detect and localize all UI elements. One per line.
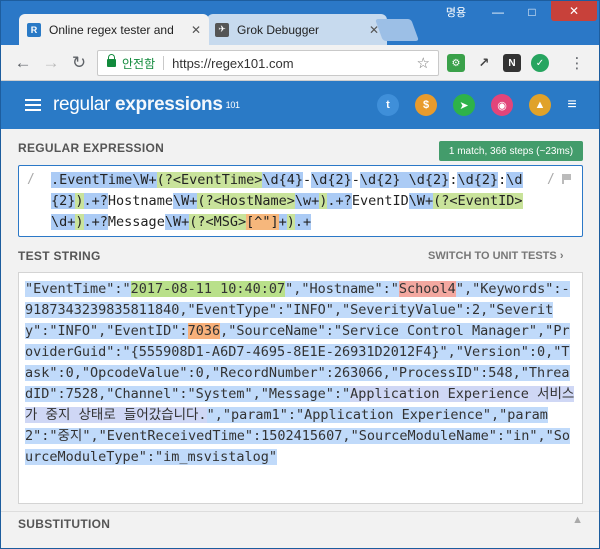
regex-close-delimiter: / (547, 172, 555, 187)
site-header: regular expressions 101 t $ ➤ ◉ ▲ ≡ (1, 81, 599, 129)
telegram-icon[interactable]: ➤ (453, 94, 475, 116)
chevron-up-icon[interactable]: ▲ (572, 514, 583, 526)
divider (1, 511, 599, 512)
regex-token: .+? (83, 214, 108, 230)
minimize-icon[interactable]: — (481, 3, 515, 21)
main-content: REGULAR EXPRESSION 1 match, 366 steps (~… (1, 129, 599, 548)
regex-token: Hostname (107, 193, 173, 209)
back-icon[interactable]: ← (13, 53, 33, 73)
test-token: 7036 (187, 323, 221, 339)
test-token: 2017-08-11 10:40:07 (130, 281, 286, 297)
test-token: School4 (398, 281, 456, 297)
test-string-section-label: TEST STRING (18, 249, 101, 263)
new-tab-button[interactable] (374, 19, 420, 41)
regex-token: \d+ (51, 214, 76, 230)
reload-icon[interactable]: ↻ (69, 53, 89, 73)
github-icon[interactable]: ◉ (491, 94, 513, 116)
menu-icon[interactable]: ≡ (561, 94, 583, 116)
tab-title: Grok Debugger (237, 22, 320, 37)
tab-grok-debugger[interactable]: ✈ Grok Debugger ✕ (207, 14, 387, 45)
user-profile-label[interactable]: 명용 (441, 3, 471, 21)
browser-window: 명용 — □ ✕ R Online regex tester and ✕ ✈ G… (0, 0, 600, 549)
regex-input[interactable]: / .EventTime\W+(?<EventTime>\d{4}-\d{2}-… (18, 165, 583, 237)
logo-expressions: expressions (110, 94, 223, 115)
tab-strip: 명용 — □ ✕ R Online regex tester and ✕ ✈ G… (1, 1, 599, 45)
regex-token: (?<HostName> (197, 193, 295, 209)
logo-regular: regular (53, 94, 111, 115)
bookmark-star-icon[interactable]: ☆ (417, 54, 430, 72)
regex-token: \d{2} (311, 172, 352, 188)
match-info-badge: 1 match, 366 steps (~23ms) (439, 141, 583, 161)
secure-label: 안전함 (122, 56, 156, 71)
url-text: https://regex101.com (172, 55, 294, 71)
notion-extension-icon[interactable]: N (503, 54, 521, 72)
tab-regex101[interactable]: R Online regex tester and ✕ (19, 14, 209, 45)
regex-open-delimiter: / (27, 172, 35, 187)
regex-token: (?<MSG> (189, 214, 247, 230)
regex-token: .+ (294, 214, 312, 230)
regex-token: \w+ (294, 193, 320, 209)
extension-icon[interactable]: ⚙ (447, 54, 465, 72)
regex-token: \d{2} (457, 172, 499, 188)
regex-text[interactable]: .EventTime\W+(?<EventTime>\d{4}-\d{2}-\d… (51, 170, 531, 233)
regex-token: \W+ (132, 172, 157, 188)
twitter-icon[interactable]: t (377, 94, 399, 116)
switch-label: SWITCH TO UNIT TESTS (428, 250, 557, 262)
regex-token: - (302, 172, 312, 188)
chevron-right-icon: › (559, 250, 564, 262)
regex-token: .EventTime (51, 172, 133, 188)
maximize-icon[interactable]: □ (515, 3, 549, 21)
site-logo[interactable]: regular expressions 101 (53, 94, 240, 116)
test-token: ","Hostname":" (285, 281, 399, 297)
bank-icon[interactable]: ▲ (529, 94, 551, 116)
regex-token: + (278, 214, 287, 230)
pointer-extension-icon[interactable]: ↗ (475, 54, 493, 72)
regex-token: - (351, 172, 360, 188)
regex-token: \d{4} (262, 172, 303, 188)
regex-token: \W+ (172, 193, 198, 209)
switch-to-unit-tests-link[interactable]: SWITCH TO UNIT TESTS › (428, 250, 563, 262)
address-bar[interactable]: 안전함 https://regex101.com ☆ (97, 50, 439, 76)
logo-version: 101 (225, 99, 240, 110)
lock-icon (107, 54, 116, 67)
grok-favicon-icon: ✈ (215, 22, 229, 37)
test-string-text[interactable]: "EventTime":"2017-08-11 10:40:07","Hostn… (25, 279, 577, 468)
more-menu-icon[interactable]: ⋮ (567, 54, 587, 72)
test-token: "EventTime":" (25, 281, 131, 297)
regex-token: \W+ (164, 214, 190, 230)
close-tab-icon[interactable]: ✕ (191, 23, 201, 37)
browser-toolbar: ← → ↻ 안전함 https://regex101.com ☆ ⚙ ↗ N ✓… (1, 45, 599, 81)
regex-token: EventID (351, 193, 409, 209)
regex-token: [^"] (246, 214, 279, 230)
test-string-input[interactable]: "EventTime":"2017-08-11 10:40:07","Hostn… (18, 272, 583, 504)
regex-token: \W+ (408, 193, 434, 209)
regex-token: .+? (327, 193, 352, 209)
substitution-section-label[interactable]: SUBSTITUTION (18, 517, 110, 531)
regex-token: : (498, 172, 507, 188)
check-extension-icon[interactable]: ✓ (531, 54, 549, 72)
regex101-favicon-icon: R (27, 22, 41, 37)
divider (163, 56, 165, 70)
regex-token: ) (286, 214, 295, 230)
regex-token: .+? (83, 193, 108, 209)
regex-token: ) (75, 193, 84, 209)
regex-token: ) (75, 214, 84, 230)
tab-title: Online regex tester and (49, 22, 174, 37)
regex-token: (?<EventTime> (156, 172, 263, 188)
regex-token: (?<EventID> (433, 193, 523, 209)
regex-token: Message (107, 214, 165, 230)
regex-token: \d{2} \d{2} (359, 172, 450, 188)
site-menu-icon[interactable] (25, 99, 41, 111)
flags-icon[interactable] (562, 174, 572, 184)
forward-icon[interactable]: → (41, 53, 61, 73)
close-window-icon[interactable]: ✕ (551, 1, 597, 21)
dollar-icon[interactable]: $ (415, 94, 437, 116)
regex-section-label: REGULAR EXPRESSION (18, 141, 165, 155)
